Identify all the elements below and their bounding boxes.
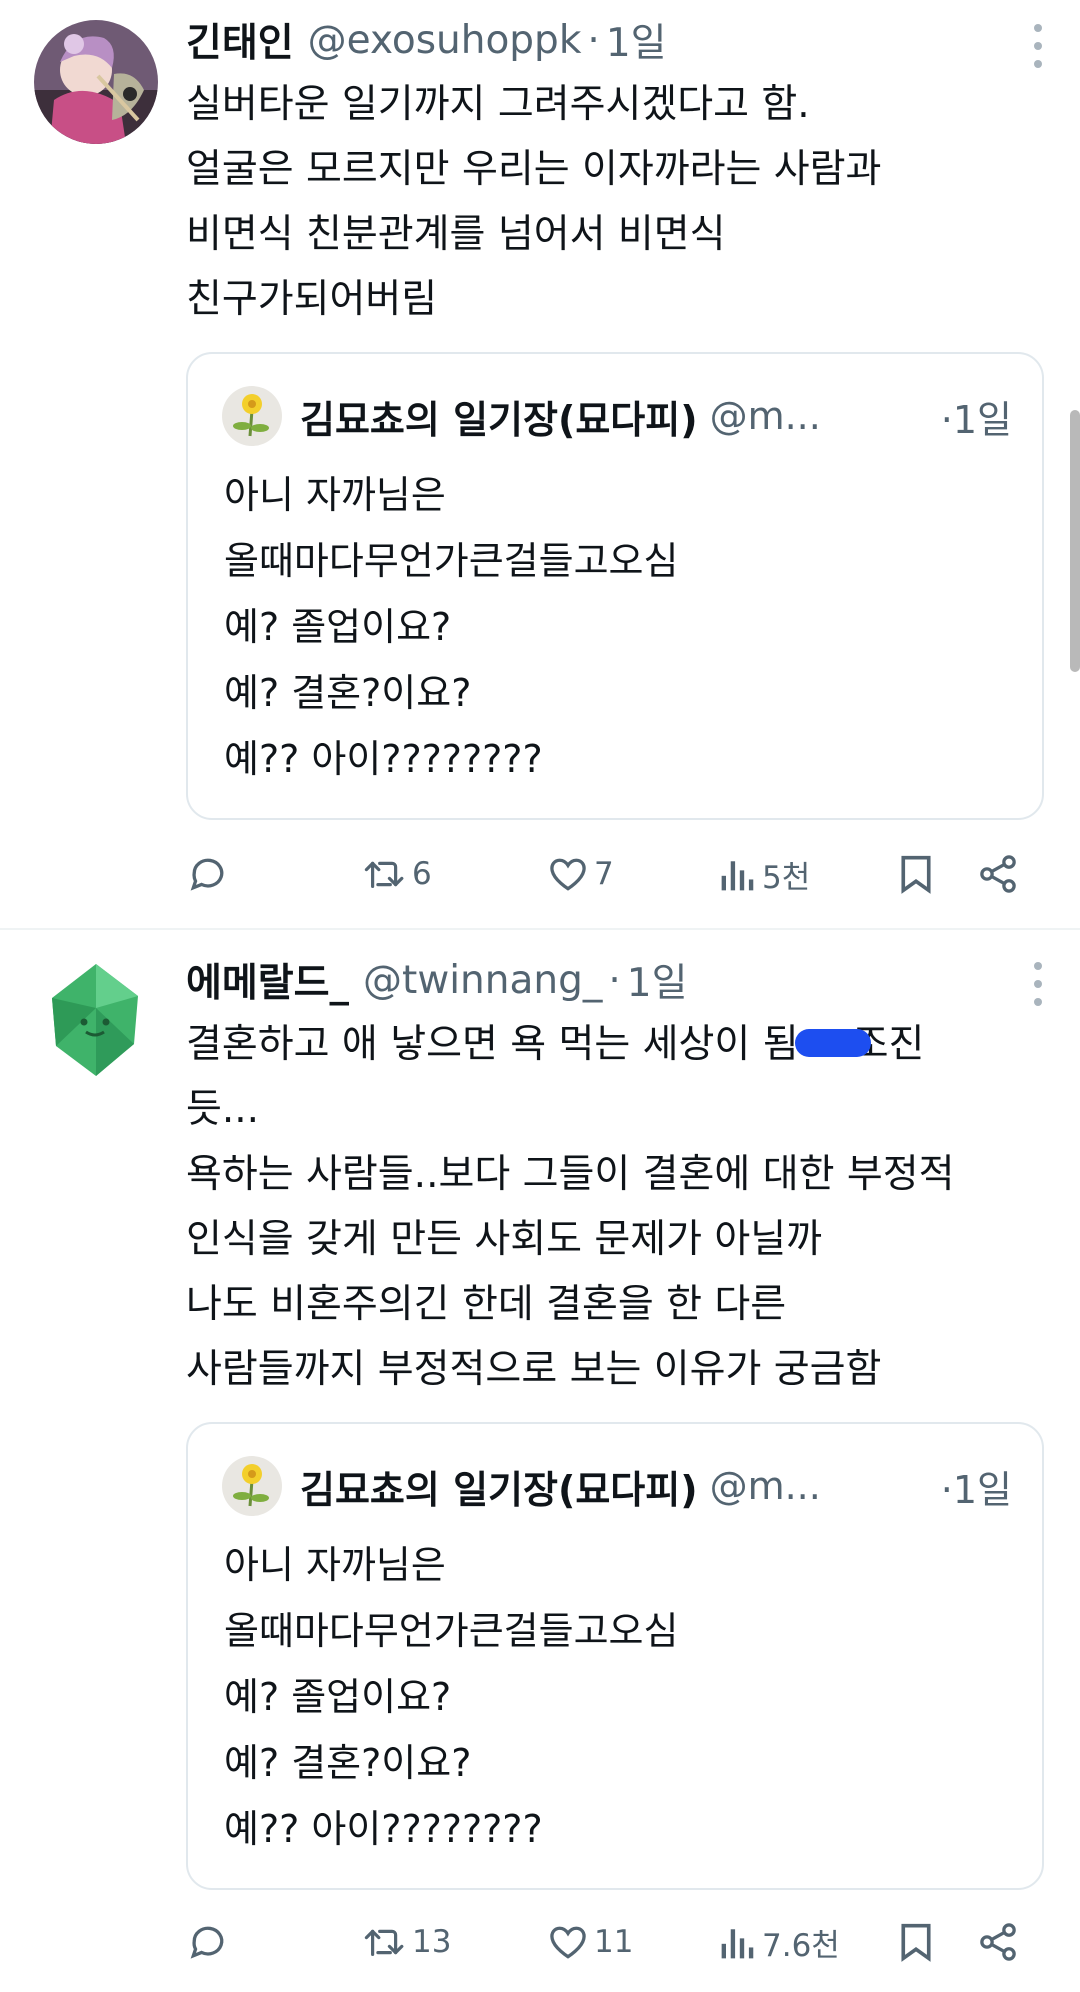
more-options-icon[interactable] [1032,962,1044,1006]
avatar[interactable] [34,958,158,1082]
tweet-line: 친구가되어버림 [186,277,438,322]
bookmark-button[interactable] [896,846,936,902]
quoted-line: 예? 결혼?이요? [224,1741,472,1785]
tweet-line: 나도 비혼주의긴 한데 결혼을 한 다른 [186,1282,787,1327]
retweet-button[interactable]: 13 [362,1914,451,1970]
quoted-tweet[interactable]: 김묘쵸의 일기장(묘다피) @m... ·1일 아니 자까님은 올때마다무언가큰… [186,352,1044,820]
reply-icon [190,1926,224,1959]
share-button[interactable] [976,846,1020,902]
quoted-tweet[interactable]: 김묘쵸의 일기장(묘다피) @m... ·1일 아니 자까님은 올때마다무언가큰… [186,1422,1044,1890]
share-icon [980,855,1016,893]
tweet-header: 에메랄드_ @twinnang_ · 1일 [186,954,1000,1007]
display-name[interactable]: 에메랄드_ [186,954,349,1006]
quoted-tweet-header: 김묘쵸의 일기장(묘다피) @m... ·1일 [222,1454,1012,1518]
tweet-divider [0,928,1080,930]
tweet-line-part: 결혼하고 애 낳으면 욕 먹는 세상이 됨 [186,1022,799,1067]
share-button[interactable] [976,1914,1020,1970]
user-handle[interactable]: @exosuhoppk [308,18,582,63]
like-count: 11 [594,1924,634,1960]
quoted-display-name: 김묘쵸의 일기장(묘다피) [300,1467,698,1512]
heart-icon [550,1926,586,1959]
quoted-line: 예? 결혼?이요? [224,671,472,715]
quoted-tweet-text: 아니 자까님은 올때마다무언가큰걸들고오심 예? 졸업이요? 예? 결혼?이요?… [224,1532,678,1862]
share-icon [980,1923,1016,1961]
like-count: 7 [594,856,614,892]
tweet-line: 결혼하고 애 낳으면 욕 먹는 세상이 됨 조진 [186,1012,1060,1077]
display-name[interactable]: 긴태인 [186,14,294,66]
quoted-tweet-text: 아니 자까님은 올때마다무언가큰걸들고오심 예? 졸업이요? 예? 결혼?이요?… [224,462,678,792]
quoted-line: 예?? 아이???????? [224,1807,543,1851]
bookmark-icon [901,1923,931,1962]
quoted-avatar [222,386,282,446]
views-count: 5천 [762,859,811,896]
user-handle[interactable]: @twinnang_ [363,958,602,1003]
views-count: 7.6천 [762,1927,840,1964]
timestamp[interactable]: 1일 [627,954,688,1006]
action-bar: 13 11 7.6천 [186,1914,1056,1970]
views-button[interactable]: 7.6천 [718,1914,840,1970]
avatar[interactable] [34,20,158,144]
timestamp[interactable]: 1일 [606,14,667,66]
tweet[interactable]: 긴태인 @exosuhoppk · 1일 실버타운 일기까지 그려주시겠다고 함… [0,0,1080,930]
tweet-line: 비면식 친분관계를 넘어서 비면식 [186,212,726,257]
quoted-user-handle: @m... [709,1464,821,1508]
quoted-line: 올때마다무언가큰걸들고오심 [224,1609,679,1653]
retweet-count: 6 [412,856,432,892]
tweet-line: 인식을 갖게 만든 사회도 문제가 아닐까 [186,1217,823,1262]
quoted-display-name: 김묘쵸의 일기장(묘다피) [300,397,698,442]
reply-button[interactable] [186,846,234,902]
heart-icon [550,858,586,891]
reply-icon [190,858,224,891]
retweet-icon [364,1929,404,1956]
separator: · [587,17,600,63]
quoted-line: 예? 졸업이요? [224,605,452,649]
tweet-line: 실버타운 일기까지 그려주시겠다고 함. [186,82,810,127]
action-bar: 6 7 5천 [186,846,1056,902]
more-options-icon[interactable] [1032,24,1044,68]
redaction-mark [794,1028,871,1057]
tweet-header: 긴태인 @exosuhoppk · 1일 [186,14,1000,67]
quoted-line: 예?? 아이???????? [224,737,543,781]
tweet-text: 실버타운 일기까지 그려주시겠다고 함. 얼굴은 모르지만 우리는 이자까라는 … [186,72,1060,332]
quoted-line: 아니 자까님은 [224,473,446,517]
quoted-timestamp: ·1일 [940,1467,1012,1512]
retweet-icon [364,861,404,888]
scrollbar[interactable] [1070,410,1080,672]
quoted-line: 올때마다무언가큰걸들고오심 [224,539,679,583]
separator: · [608,957,621,1003]
quoted-line: 아니 자까님은 [224,1543,446,1587]
views-button[interactable]: 5천 [718,846,810,902]
retweet-count: 13 [412,1924,452,1960]
reply-button[interactable] [186,1914,234,1970]
quoted-line: 예? 졸업이요? [224,1675,452,1719]
like-button[interactable]: 7 [546,846,614,902]
retweet-button[interactable]: 6 [362,846,432,902]
bookmark-button[interactable] [896,1914,936,1970]
quoted-tweet-header: 김묘쵸의 일기장(묘다피) @m... ·1일 [222,384,1012,448]
tweet-line: 욕하는 사람들..보다 그들이 결혼에 대한 부정적 [186,1152,955,1197]
tweet-line: 사람들까지 부정적으로 보는 이유가 궁금함 [186,1347,882,1392]
tweet-text: 결혼하고 애 낳으면 욕 먹는 세상이 됨 조진 듯... 욕하는 사람들..보다… [186,1012,1060,1402]
like-button[interactable]: 11 [546,1914,633,1970]
quoted-avatar [222,1456,282,1516]
views-icon [721,861,754,891]
tweet-line: 얼굴은 모르지만 우리는 이자까라는 사람과 [186,147,882,192]
tweet[interactable]: 에메랄드_ @twinnang_ · 1일 결혼하고 애 낳으면 욕 먹는 세상… [0,932,1080,1992]
tweet-line: 듯... [186,1087,260,1132]
bookmark-icon [901,855,931,894]
quoted-user-handle: @m... [709,394,821,438]
views-icon [721,1929,754,1959]
quoted-timestamp: ·1일 [940,397,1012,442]
